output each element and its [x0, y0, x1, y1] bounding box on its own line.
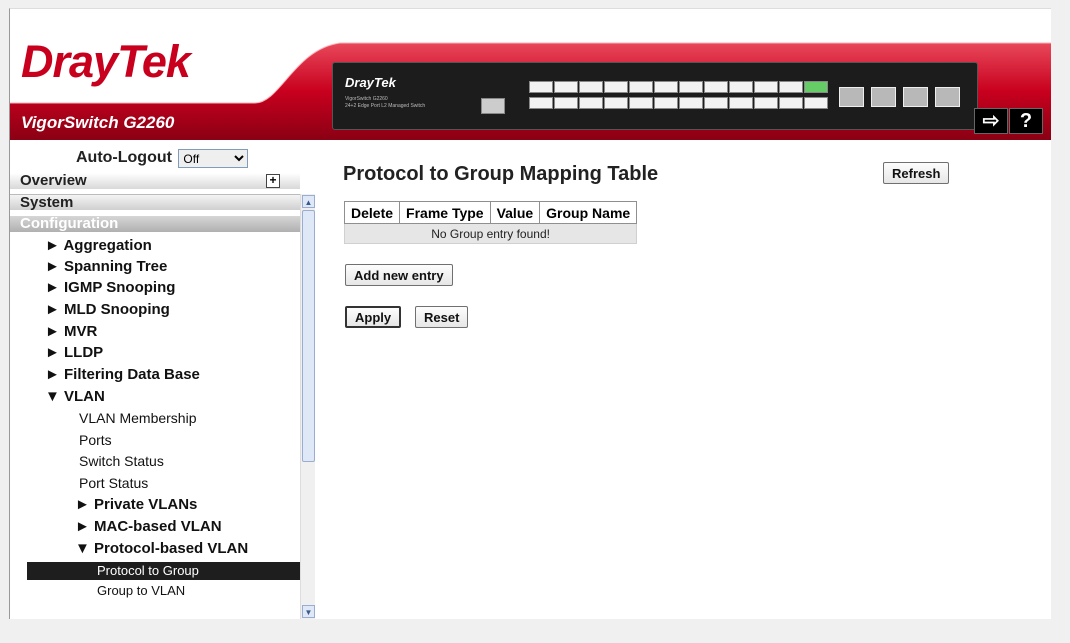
help-icon[interactable]: ?	[1009, 108, 1043, 134]
table-header-row: Delete Frame Type Value Group Name	[343, 201, 638, 224]
expand-plus-icon[interactable]: +	[266, 174, 280, 188]
browser-frame: DrayTek VigorSwitch G2260 DrayTek VigorS…	[9, 8, 1051, 619]
nav-protocol-based-vlan[interactable]: ▼ Protocol-based VLAN	[75, 540, 248, 557]
sfp-port	[903, 87, 928, 107]
nav-switch-status[interactable]: Switch Status	[79, 453, 164, 469]
port	[754, 81, 778, 93]
logout-icon[interactable]: ⇨	[974, 108, 1008, 134]
port	[704, 81, 728, 93]
table-row: No Group entry found!	[343, 223, 638, 244]
nav-mld-snooping[interactable]: ► MLD Snooping	[45, 301, 170, 318]
product-name: VigorSwitch G2260	[21, 113, 175, 132]
nav-group-to-vlan[interactable]: Group to VLAN	[97, 583, 185, 598]
port	[779, 81, 803, 93]
port	[579, 97, 603, 109]
nav-igmp-snooping[interactable]: ► IGMP Snooping	[45, 279, 175, 296]
mapping-table: Delete Frame Type Value Group Name No Gr…	[343, 201, 638, 244]
port	[654, 97, 678, 109]
page-title: Protocol to Group Mapping Table	[343, 163, 659, 185]
nav-vlan[interactable]: ▼ VLAN	[45, 388, 105, 405]
sfp-port	[871, 87, 896, 107]
nav-ports[interactable]: Ports	[79, 432, 112, 448]
port	[679, 81, 703, 93]
console-port	[481, 98, 505, 114]
sidebar-scrollbar[interactable]: ▲ ▼	[300, 194, 315, 619]
col-frame-type: Frame Type	[399, 201, 491, 224]
nav-aggregation[interactable]: ► Aggregation	[45, 237, 152, 254]
port	[729, 97, 753, 109]
menu-system[interactable]: System	[10, 194, 300, 211]
device-logo: DrayTek	[345, 75, 396, 90]
port	[704, 97, 728, 109]
auto-logout-label: Auto-Logout	[76, 149, 172, 166]
device-model-text: VigorSwitch G2260	[345, 96, 388, 102]
nav-filtering-data-base[interactable]: ► Filtering Data Base	[45, 366, 200, 383]
port	[604, 97, 628, 109]
nav-private-vlans[interactable]: ► Private VLANs	[75, 496, 197, 513]
port	[629, 97, 653, 109]
menu-configuration[interactable]: Configuration	[10, 216, 300, 232]
nav-port-status[interactable]: Port Status	[79, 475, 148, 491]
port-active	[804, 81, 828, 93]
port	[604, 81, 628, 93]
add-new-entry-button[interactable]: Add new entry	[345, 264, 453, 286]
empty-message: No Group entry found!	[343, 223, 638, 244]
col-value: Value	[489, 201, 541, 224]
auto-logout: Auto-Logout Off	[76, 149, 249, 168]
device-desc-text: 24+2 Edge Port L2 Managed Switch	[345, 103, 426, 109]
header: DrayTek VigorSwitch G2260 DrayTek VigorS…	[10, 9, 1051, 140]
main-content: Protocol to Group Mapping Table Refresh …	[315, 140, 1051, 619]
port	[629, 81, 653, 93]
col-delete: Delete	[343, 201, 401, 224]
nav-lldp[interactable]: ► LLDP	[45, 344, 103, 361]
port	[804, 97, 828, 109]
scroll-thumb[interactable]	[302, 210, 315, 462]
device-front-panel: DrayTek VigorSwitch G2260 24+2 Edge Port…	[332, 62, 978, 130]
port	[529, 81, 553, 93]
scroll-up-icon[interactable]: ▲	[302, 195, 315, 208]
sidebar: Auto-Logout Off Overview + System Config…	[10, 140, 315, 619]
port	[529, 97, 553, 109]
port	[554, 81, 578, 93]
apply-button[interactable]: Apply	[345, 306, 402, 328]
nav-mvr[interactable]: ► MVR	[45, 323, 97, 340]
port	[679, 97, 703, 109]
port	[779, 97, 803, 109]
col-group-name: Group Name	[539, 201, 638, 224]
scroll-down-icon[interactable]: ▼	[302, 605, 315, 618]
nav-spanning-tree[interactable]: ► Spanning Tree	[45, 258, 167, 275]
reset-button[interactable]: Reset	[415, 306, 469, 328]
port	[579, 81, 603, 93]
port	[754, 97, 778, 109]
nav-mac-based-vlan[interactable]: ► MAC-based VLAN	[75, 518, 222, 535]
port	[729, 81, 753, 93]
port	[654, 81, 678, 93]
sfp-port	[935, 87, 960, 107]
nav-protocol-to-group[interactable]: Protocol to Group	[27, 562, 300, 580]
port	[554, 97, 578, 109]
draytek-logo: DrayTek	[21, 36, 191, 87]
auto-logout-select[interactable]: Off	[178, 149, 249, 168]
device-model: VigorSwitch G2260 24+2 Edge Port L2 Mana…	[345, 96, 425, 110]
nav-vlan-membership[interactable]: VLAN Membership	[79, 410, 197, 426]
sfp-port	[839, 87, 864, 107]
refresh-button[interactable]: Refresh	[883, 162, 950, 184]
menu-overview[interactable]: Overview	[10, 173, 300, 189]
